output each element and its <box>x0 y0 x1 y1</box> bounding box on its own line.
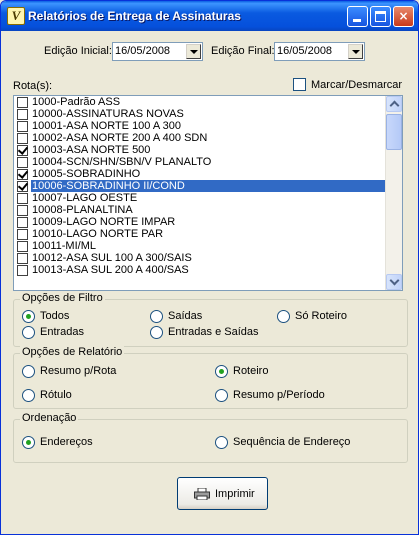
maximize-icon <box>375 11 386 22</box>
route-label: 10001-ASA NORTE 100 A 300 <box>32 120 182 132</box>
filter-group-title: Opções de Filtro <box>20 292 105 304</box>
report-rotulo-label[interactable]: Rótulo <box>40 389 72 401</box>
scroll-down-button[interactable] <box>386 274 402 290</box>
route-checkbox[interactable] <box>17 97 28 108</box>
order-enderecos-radio[interactable] <box>22 436 35 449</box>
report-window: V Relatórios de Entrega de Assinaturas ×… <box>0 0 419 535</box>
route-checkbox[interactable] <box>17 133 28 144</box>
close-button[interactable]: × <box>393 6 414 27</box>
filter-todos-radio[interactable] <box>22 310 35 323</box>
route-checkbox[interactable] <box>17 145 28 156</box>
print-button[interactable]: Imprimir <box>177 477 268 510</box>
report-group-title: Opções de Relatório <box>20 346 125 358</box>
report-resumo-rota-label[interactable]: Resumo p/Rota <box>40 365 116 377</box>
route-checkbox[interactable] <box>17 121 28 132</box>
toggle-all-checkbox[interactable] <box>293 78 306 91</box>
route-checkbox[interactable] <box>17 109 28 120</box>
route-label: 10005-SOBRADINHO <box>32 168 141 180</box>
initial-date-value: 16/05/2008 <box>115 45 171 57</box>
route-label: 10004-SCN/SHN/SBN/V PLANALTO <box>32 156 212 168</box>
toggle-all-label[interactable]: Marcar/Desmarcar <box>311 79 402 91</box>
final-date-select[interactable]: 16/05/2008 <box>274 42 365 61</box>
route-checkbox[interactable] <box>17 229 28 240</box>
initial-date-select[interactable]: 16/05/2008 <box>112 42 203 61</box>
route-checkbox[interactable] <box>17 169 28 180</box>
maximize-button[interactable] <box>370 6 391 27</box>
filter-saidas-radio[interactable] <box>150 310 163 323</box>
route-label: 10011-MI/ML <box>32 240 96 252</box>
app-icon: V <box>7 7 25 25</box>
route-label: 10009-LAGO NORTE IMPAR <box>32 216 176 228</box>
filter-saidas-label[interactable]: Saídas <box>168 310 202 322</box>
scroll-thumb[interactable] <box>386 114 402 150</box>
report-resumo-rota-radio[interactable] <box>22 365 35 378</box>
filter-entradas-radio[interactable] <box>22 326 35 339</box>
filter-todos-label[interactable]: Todos <box>40 310 69 322</box>
chevron-down-icon[interactable] <box>186 44 201 59</box>
report-group: Opções de Relatório <box>13 346 408 409</box>
route-label: 10007-LAGO OESTE <box>32 192 138 204</box>
route-checkbox[interactable] <box>17 265 28 276</box>
route-label: 10008-PLANALTINA <box>32 204 133 216</box>
minimize-icon <box>353 19 361 22</box>
route-label: 10013-ASA SUL 200 A 400/SAS <box>32 264 189 276</box>
filter-entradas-saidas-label[interactable]: Entradas e Saídas <box>168 326 259 338</box>
printer-icon <box>194 488 210 500</box>
ordering-group-title: Ordenação <box>20 412 79 424</box>
route-label: 10003-ASA NORTE 500 <box>32 144 151 156</box>
route-checkbox[interactable] <box>17 181 28 192</box>
filter-entradas-label[interactable]: Entradas <box>40 326 84 338</box>
filter-so-roteiro-label[interactable]: Só Roteiro <box>295 310 347 322</box>
order-sequencia-radio[interactable] <box>215 436 228 449</box>
routes-label: Rota(s): <box>13 80 53 92</box>
route-checkbox[interactable] <box>17 193 28 204</box>
initial-date-label: Edição Inicial: <box>44 45 112 57</box>
filter-so-roteiro-radio[interactable] <box>277 310 290 323</box>
order-enderecos-label[interactable]: Endereços <box>40 436 93 448</box>
routes-list: 1000-Padrão ASS 10000-ASSINATURAS NOVAS 10… <box>14 96 386 277</box>
final-date-value: 16/05/2008 <box>277 45 333 57</box>
route-checkbox[interactable] <box>17 241 28 252</box>
filter-entradas-saidas-radio[interactable] <box>150 326 163 339</box>
route-checkbox[interactable] <box>17 205 28 216</box>
route-label: 1000-Padrão ASS <box>32 96 121 108</box>
filter-group: Opções de Filtro <box>13 292 408 347</box>
scroll-up-button[interactable] <box>386 96 402 112</box>
window-title: Relatórios de Entrega de Assinaturas <box>28 9 241 23</box>
order-sequencia-label[interactable]: Sequência de Endereço <box>233 436 350 448</box>
route-label: 10000-ASSINATURAS NOVAS <box>32 108 184 120</box>
route-label: 10010-LAGO NORTE PAR <box>32 228 164 240</box>
title-bar[interactable]: V Relatórios de Entrega de Assinaturas × <box>1 1 418 31</box>
route-checkbox[interactable] <box>17 157 28 168</box>
routes-listbox[interactable]: 1000-Padrão ASS 10000-ASSINATURAS NOVAS 10… <box>13 95 403 291</box>
print-button-label: Imprimir <box>215 488 255 500</box>
minimize-button[interactable] <box>347 6 368 27</box>
report-roteiro-radio[interactable] <box>215 365 228 378</box>
route-checkbox[interactable] <box>17 217 28 228</box>
route-label: 10002-ASA NORTE 200 A 400 SDN <box>32 132 208 144</box>
report-rotulo-radio[interactable] <box>22 389 35 402</box>
final-date-label: Edição Final: <box>211 45 275 57</box>
route-label: 10012-ASA SUL 100 A 300/SAIS <box>32 252 192 264</box>
report-roteiro-label[interactable]: Roteiro <box>233 365 268 377</box>
routes-scrollbar[interactable] <box>385 96 402 290</box>
chevron-down-icon[interactable] <box>348 44 363 59</box>
report-resumo-periodo-radio[interactable] <box>215 389 228 402</box>
report-resumo-periodo-label[interactable]: Resumo p/Período <box>233 389 325 401</box>
route-list-item[interactable]: 10013-ASA SUL 200 A 400/SAS <box>14 264 386 277</box>
route-checkbox[interactable] <box>17 253 28 264</box>
route-label: 10006-SOBRADINHO II/COND <box>31 180 386 192</box>
